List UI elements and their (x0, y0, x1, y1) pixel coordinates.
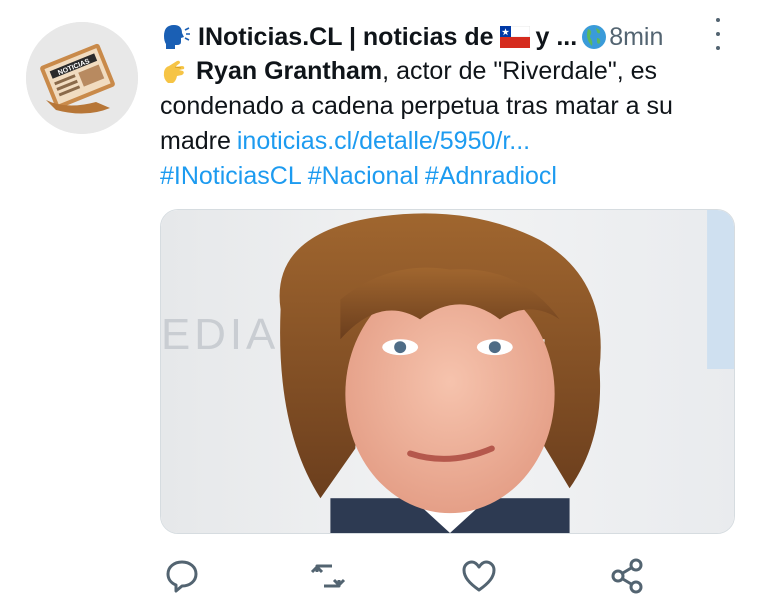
more-vertical-icon[interactable] (708, 18, 728, 50)
text-line3: madre (160, 127, 231, 155)
newspaper-logo-icon: NOTICIAS (26, 22, 138, 134)
hashtag[interactable]: #INoticiasCL (160, 159, 302, 194)
chile-flag-icon (499, 26, 530, 48)
timestamp[interactable]: 8min (609, 23, 663, 52)
share-icon[interactable] (608, 556, 648, 596)
avatar[interactable]: NOTICIAS (26, 22, 138, 134)
text-lead-name: Ryan Grantham (196, 57, 383, 85)
tweet-header: INoticias.CL | noticias de y ... 8min (160, 20, 720, 54)
reply-icon[interactable] (162, 556, 202, 596)
text-line2: condenado a cadena perpetua tras matar a… (160, 92, 673, 120)
hashtag[interactable]: #Nacional (308, 159, 419, 194)
tweet-actions (0, 556, 760, 596)
globe-americas-icon (581, 24, 607, 50)
pinching-hand-icon (160, 57, 190, 87)
account-name[interactable]: INoticias.CL | noticias de (198, 23, 494, 52)
text-line1: , actor de "Riverdale", es (382, 57, 657, 85)
heart-icon[interactable] (459, 556, 499, 596)
hashtag[interactable]: #Adnradiocl (425, 159, 557, 194)
retweet-icon[interactable] (308, 556, 348, 596)
tweet-text: Ryan Grantham, actor de "Riverdale", es … (160, 54, 720, 194)
svg-text:EDIA: EDIA (161, 310, 279, 359)
tweet-media-image[interactable]: EDIA (160, 209, 735, 534)
tweet-link[interactable]: inoticias.cl/detalle/5950/r... (237, 124, 530, 159)
account-name-truncated[interactable]: y ... (536, 23, 578, 52)
speaking-head-icon (160, 22, 190, 52)
portrait-photo: EDIA (161, 210, 734, 533)
